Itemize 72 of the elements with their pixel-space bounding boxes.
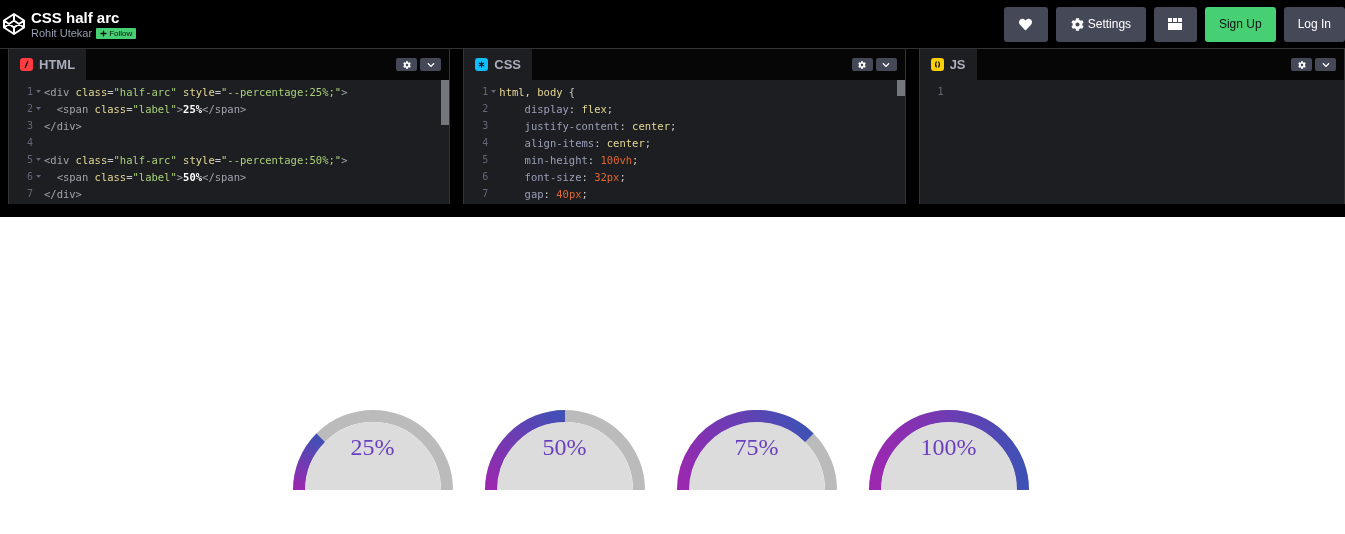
line-number: 7 (481, 188, 489, 199)
percentage-label: 25% (349, 434, 396, 461)
line-number: 7 (25, 188, 33, 199)
line-number: 2 (481, 103, 489, 114)
editor-settings-button[interactable] (851, 58, 873, 71)
chevron-down-icon (1321, 60, 1330, 69)
editor-tab[interactable]: CSS (464, 49, 533, 80)
heart-icon (1019, 17, 1033, 31)
language-icon (475, 58, 489, 71)
editor-settings-button[interactable] (396, 58, 418, 71)
follow-button[interactable]: Follow (96, 27, 137, 39)
code-line: <span class="label">25%</span> (55, 102, 247, 115)
code-line: font-size: 32px; (523, 170, 626, 183)
editor-settings-button[interactable] (1291, 58, 1312, 71)
log-in-button[interactable]: Log In (1283, 6, 1345, 42)
editor-menu-button[interactable] (1315, 58, 1336, 71)
code-line: <div class="half-arc" style="--percentage:25%;"> (44, 85, 348, 98)
editor-tab[interactable]: JS (919, 49, 977, 80)
language-icon (930, 58, 944, 71)
code-line: display: flex; (523, 102, 614, 115)
layout-button[interactable] (1153, 6, 1197, 42)
heart-button[interactable] (1003, 6, 1048, 42)
code-line: <div class="half-arc" style="--percentage:50%;"> (44, 153, 348, 166)
line-number: 6 (481, 171, 489, 182)
percentage-label: 100% (919, 434, 978, 461)
line-number: 1 (936, 86, 944, 97)
percentage-label: 50% (541, 434, 588, 461)
layout-icon (1168, 18, 1183, 30)
author-name[interactable]: Rohit Utekar (31, 27, 93, 39)
line-number: 2 (25, 103, 33, 114)
code-line: justify-content: center; (523, 119, 677, 132)
line-number: 3 (481, 120, 489, 131)
line-number: 3 (25, 120, 33, 131)
scrollbar-thumb[interactable] (441, 80, 450, 125)
fold-icon[interactable] (491, 90, 497, 93)
gear-icon (858, 60, 867, 69)
line-number: 4 (25, 137, 33, 148)
code-line: </div> (44, 119, 82, 132)
line-number: 5 (481, 154, 489, 165)
code-line: min-height: 100vh; (523, 153, 639, 166)
percentage-label: 75% (733, 434, 780, 461)
code-area[interactable]: 1 <div class="half-arc" style="--percentage:25%;"> 2 <span class="label">25%</span> 3 </div> 4 5 <div class="half-arc" style="--percentage:50%;"> 6 <span class="label">50%</span> 7 </div> (9, 80, 450, 204)
code-line: html, body { (499, 85, 576, 98)
codepen-logo-icon[interactable] (2, 12, 26, 36)
line-number: 1 (481, 86, 489, 97)
editor-menu-button[interactable] (420, 58, 442, 71)
fold-icon[interactable] (36, 107, 41, 110)
chevron-down-icon (426, 60, 435, 69)
pen-title: CSS half arc (31, 9, 121, 26)
chevron-down-icon (882, 60, 891, 69)
line-number: 6 (25, 171, 33, 182)
plus-icon (100, 29, 108, 37)
code-area[interactable]: 1 html, body { 2 display: flex; 3 justify-content: center; 4 align-items: center; 5 min-height: 100vh; 6 font-size: 32px; 7 gap: 40px; (464, 80, 905, 204)
code-line: </div> (44, 187, 82, 200)
code-line: <span class="label">50%</span> (55, 170, 247, 183)
fold-icon[interactable] (36, 175, 41, 178)
line-number: 5 (25, 154, 33, 165)
language-icon (20, 58, 33, 71)
line-number: 1 (25, 86, 33, 97)
settings-icon (1070, 17, 1084, 31)
line-number: 4 (481, 137, 489, 148)
fold-icon[interactable] (36, 90, 41, 93)
gear-icon (1297, 60, 1306, 69)
code-line: align-items: center; (523, 136, 652, 149)
gear-icon (402, 60, 411, 69)
settings-button[interactable]: Settings (1055, 6, 1146, 42)
editor-menu-button[interactable] (875, 58, 897, 71)
code-line: gap: 40px; (523, 187, 588, 200)
fold-icon[interactable] (36, 158, 41, 161)
sign-up-button[interactable]: Sign Up (1204, 6, 1276, 42)
editor-tab[interactable]: HTML (9, 49, 87, 80)
scrollbar-thumb[interactable] (896, 80, 905, 96)
